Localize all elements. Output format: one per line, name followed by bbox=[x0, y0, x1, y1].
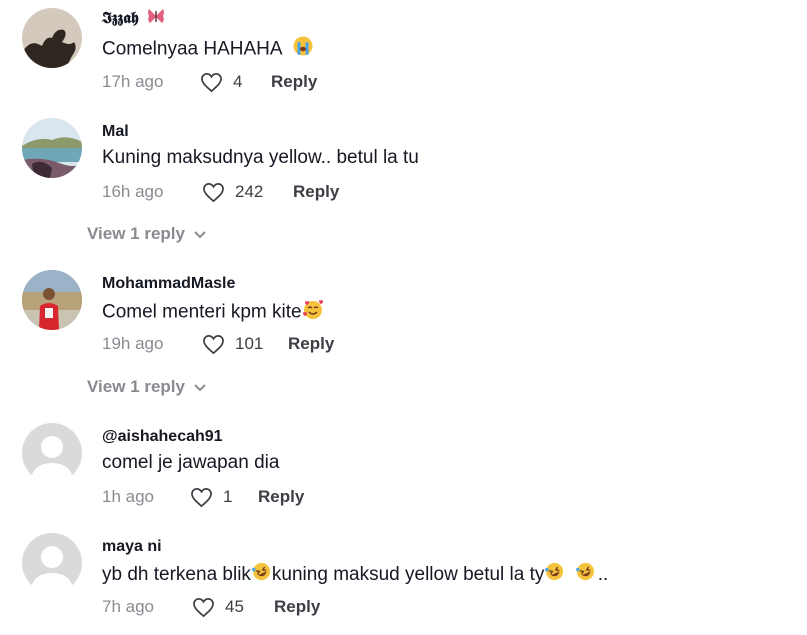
reply-button[interactable]: Reply bbox=[293, 180, 339, 204]
rolling-on-floor-laughing-icon bbox=[544, 561, 565, 589]
like-count: 101 bbox=[235, 334, 264, 353]
reply-button[interactable]: Reply bbox=[274, 595, 320, 619]
default-avatar-icon bbox=[22, 533, 82, 593]
comment-list: 𝕴𝖟𝖟𝖆𝖍 Comelnyaa HAHAHA 17h ago 4 Reply M… bbox=[0, 0, 807, 635]
view-replies-label: View 1 reply bbox=[87, 224, 185, 243]
like-button[interactable]: 1 bbox=[190, 485, 232, 509]
heart-icon bbox=[203, 182, 224, 202]
timestamp: 1h ago bbox=[102, 487, 154, 506]
like-button[interactable]: 242 bbox=[202, 180, 263, 204]
comment-item: 𝕴𝖟𝖟𝖆𝖍 Comelnyaa HAHAHA 17h ago 4 Reply bbox=[22, 8, 782, 108]
avatar[interactable] bbox=[22, 8, 82, 68]
reply-button[interactable]: Reply bbox=[258, 485, 304, 509]
username[interactable]: maya ni bbox=[102, 537, 162, 557]
timestamp: 19h ago bbox=[102, 334, 164, 353]
comment-text-content: Comelnyaa HAHAHA bbox=[102, 38, 282, 60]
comment-text-part: kuning maksud yellow betul la ty bbox=[271, 564, 545, 586]
comment-text: Kuning maksudnya yellow.. betul la tu bbox=[102, 147, 419, 168]
like-button[interactable]: 45 bbox=[192, 595, 244, 619]
avatar[interactable] bbox=[22, 533, 82, 593]
landscape-avatar-icon bbox=[22, 118, 82, 178]
smiling-face-with-hearts-icon bbox=[302, 298, 324, 327]
comment-item: maya ni yb dh terkena blik kuning maksud… bbox=[22, 533, 782, 633]
like-count: 242 bbox=[235, 182, 264, 201]
avatar[interactable] bbox=[22, 423, 82, 483]
username[interactable]: 𝕴𝖟𝖟𝖆𝖍 bbox=[102, 8, 165, 30]
comment-item: @aishahecah91 comel je jawapan dia 1h ag… bbox=[22, 423, 782, 523]
comment-text-part: .. bbox=[597, 564, 609, 586]
crying-face-icon bbox=[293, 36, 313, 63]
username[interactable]: Mal bbox=[102, 122, 129, 142]
heart-icon bbox=[203, 334, 224, 354]
view-replies-button[interactable]: View 1 reply bbox=[87, 224, 207, 244]
username[interactable]: @aishahecah91 bbox=[102, 427, 223, 447]
timestamp: 16h ago bbox=[102, 182, 164, 201]
rolling-on-floor-laughing-icon bbox=[575, 561, 596, 589]
default-avatar-icon bbox=[22, 423, 82, 483]
person-avatar-icon bbox=[22, 270, 82, 330]
timestamp: 7h ago bbox=[102, 597, 154, 616]
like-button[interactable]: 101 bbox=[202, 332, 263, 356]
like-count: 4 bbox=[233, 72, 243, 91]
silhouette-avatar-icon bbox=[22, 8, 82, 68]
chevron-down-icon bbox=[194, 231, 206, 239]
comment-text-part: yb dh terkena blik bbox=[102, 564, 251, 586]
chevron-down-icon bbox=[194, 384, 206, 392]
like-button[interactable]: 4 bbox=[200, 70, 242, 94]
username[interactable]: MohammadMasle bbox=[102, 274, 235, 294]
avatar[interactable] bbox=[22, 118, 82, 178]
timestamp: 17h ago bbox=[102, 72, 164, 91]
butterfly-icon bbox=[147, 8, 165, 30]
heart-icon bbox=[191, 487, 212, 507]
comment-text: comel je jawapan dia bbox=[102, 452, 280, 473]
comment-text: Comel menteri kpm kite bbox=[102, 298, 324, 327]
reply-button[interactable]: Reply bbox=[271, 70, 317, 94]
avatar[interactable] bbox=[22, 270, 82, 330]
comment-item: MohammadMasle Comel menteri kpm kite 19h… bbox=[22, 270, 782, 370]
heart-icon bbox=[193, 597, 214, 617]
view-replies-label: View 1 reply bbox=[87, 377, 185, 396]
rolling-on-floor-laughing-icon bbox=[251, 561, 272, 589]
comment-text: yb dh terkena blik kuning maksud yellow … bbox=[102, 561, 608, 589]
view-replies-button[interactable]: View 1 reply bbox=[87, 377, 207, 397]
heart-icon bbox=[201, 72, 222, 92]
reply-button[interactable]: Reply bbox=[288, 332, 334, 356]
username-text: 𝕴𝖟𝖟𝖆𝖍 bbox=[102, 8, 139, 28]
like-count: 45 bbox=[225, 597, 244, 616]
like-count: 1 bbox=[223, 487, 233, 506]
comment-text-content: Comel menteri kpm kite bbox=[102, 301, 302, 323]
comment-text: Comelnyaa HAHAHA bbox=[102, 36, 313, 63]
